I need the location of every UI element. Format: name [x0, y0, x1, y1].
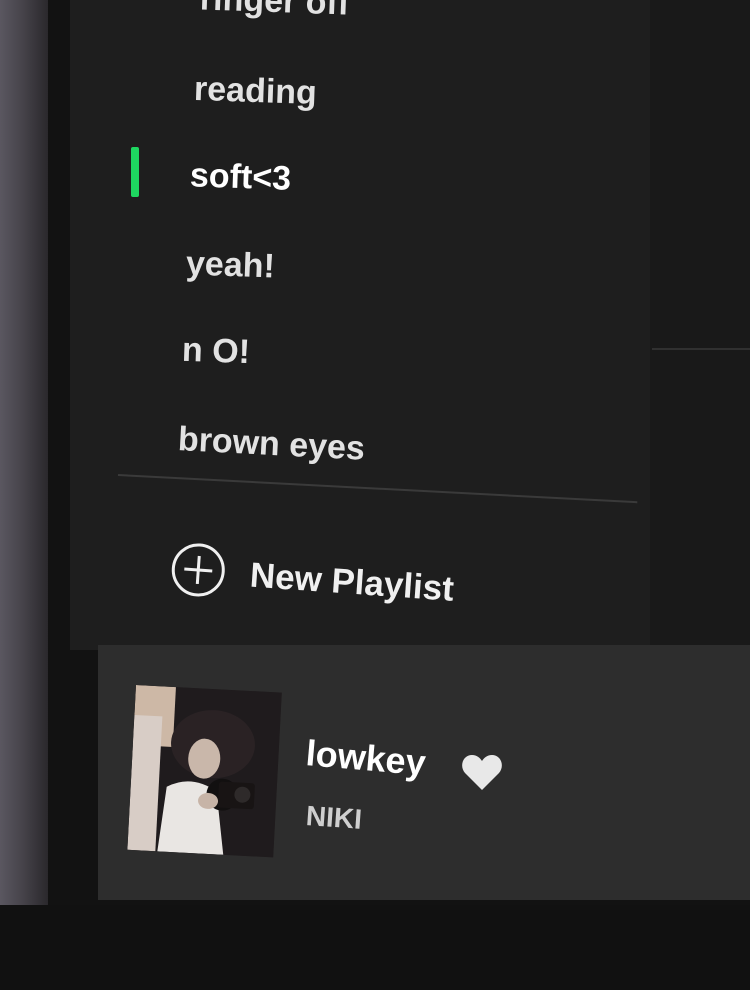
sidebar-playlist-no[interactable]: n O!: [181, 331, 250, 372]
track-artist[interactable]: NIKI: [305, 800, 363, 836]
new-playlist-label: New Playlist: [248, 555, 456, 609]
album-art[interactable]: [127, 685, 282, 858]
main-content-panel: [650, 0, 750, 700]
plus-circle-icon: [171, 543, 225, 597]
sidebar-playlist-yeah[interactable]: yeah!: [185, 244, 275, 286]
main-panel-divider: [652, 348, 750, 350]
device-bezel-bottom: [0, 905, 750, 990]
active-playlist-indicator: [131, 147, 139, 197]
heart-icon[interactable]: [460, 752, 504, 792]
device-bezel-left: [0, 0, 48, 990]
album-art-image: [127, 685, 282, 858]
sidebar-playlist-reading[interactable]: reading: [193, 70, 317, 113]
sidebar-playlist-soft[interactable]: soft<3: [189, 156, 291, 199]
